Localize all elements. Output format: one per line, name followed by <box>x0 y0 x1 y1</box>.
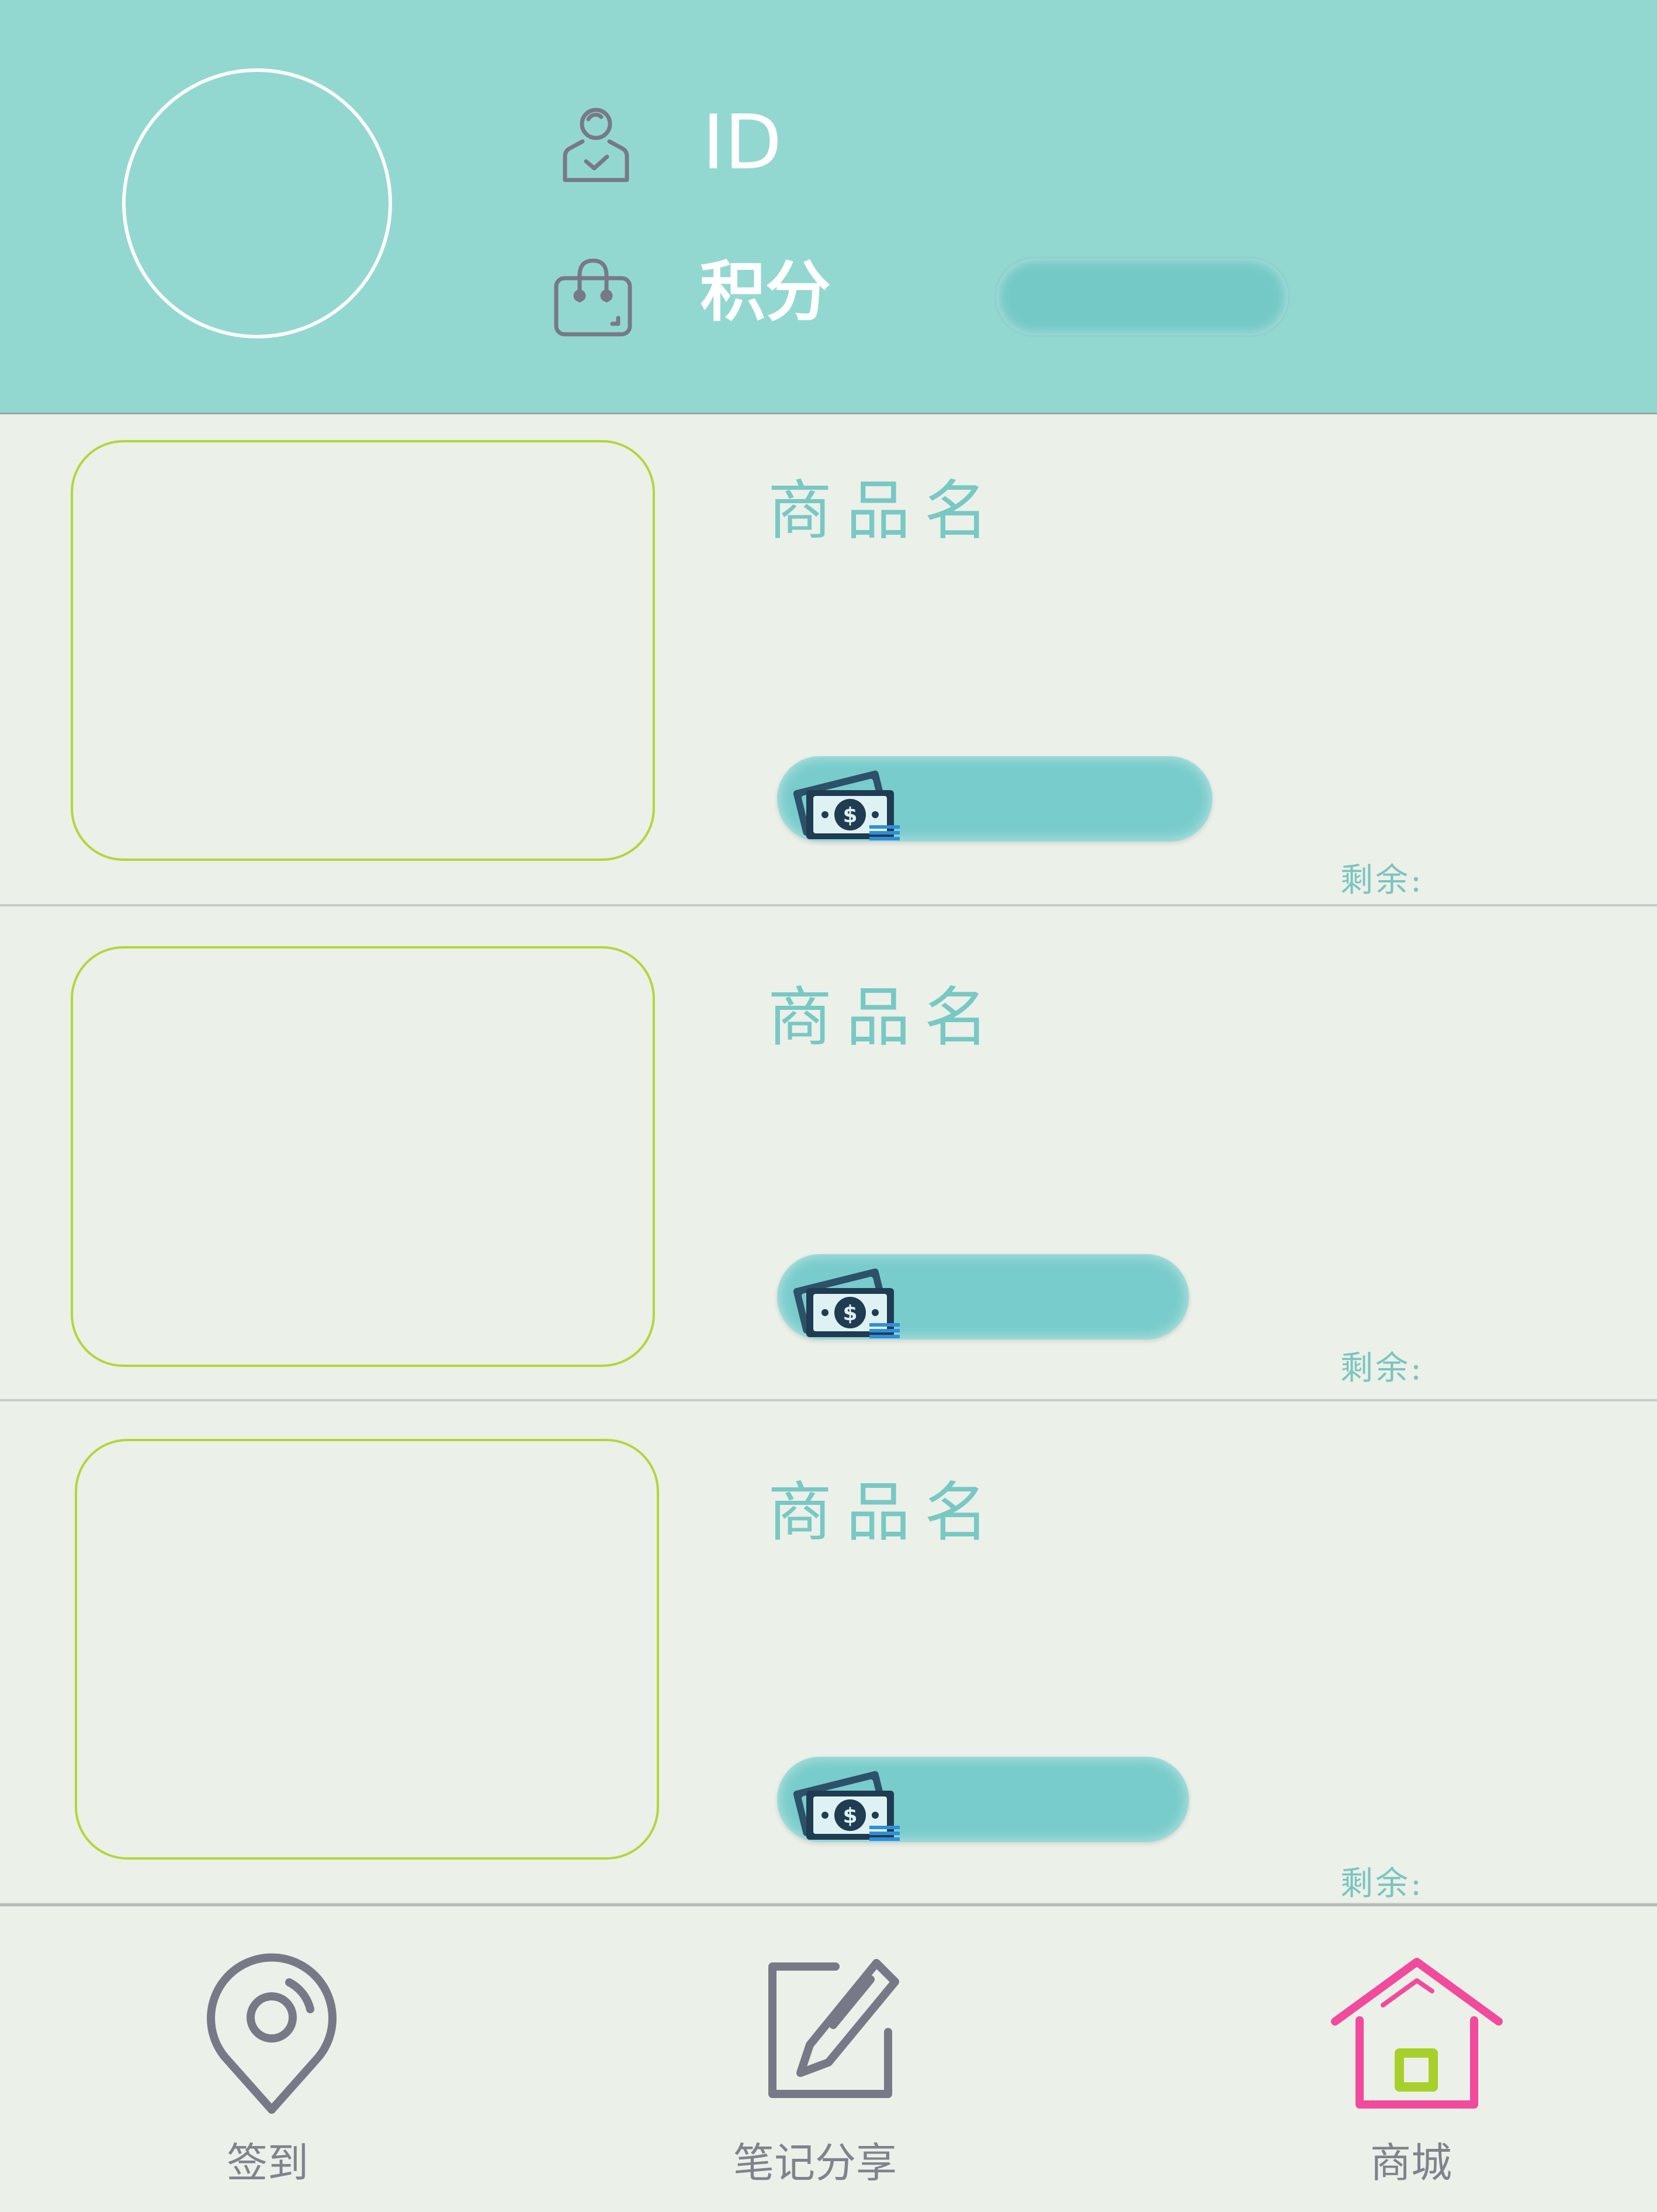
svg-text:$: $ <box>843 1804 857 1828</box>
money-icon: $ <box>789 762 906 844</box>
stock-remaining-label: 剩余: <box>1340 1865 1424 1903</box>
price-pill[interactable]: $ <box>777 756 1212 842</box>
tab-label: 商城 <box>1370 2139 1452 2187</box>
money-icon: $ <box>789 1260 906 1342</box>
product-image[interactable] <box>71 440 655 861</box>
stock-remaining-label: 剩余: <box>1340 1349 1424 1387</box>
bottom-tab-bar: 签到 笔记分享 商城 <box>0 1904 1657 2212</box>
money-icon: $ <box>789 1763 906 1844</box>
product-item[interactable]: 商品名 $ 剩余: <box>0 906 1657 1401</box>
points-value-pill <box>996 258 1288 335</box>
tab-notes-share[interactable]: 笔记分享 <box>713 1924 923 2187</box>
stock-remaining-label: 剩余: <box>1340 861 1424 899</box>
product-name: 商品名 <box>768 1475 1003 1550</box>
bag-icon <box>549 251 637 339</box>
profile-header: ID 积分 <box>0 0 1657 414</box>
product-image[interactable] <box>75 1439 659 1860</box>
product-name: 商品名 <box>768 473 1003 548</box>
avatar[interactable] <box>122 68 392 338</box>
product-name: 商品名 <box>768 980 1003 1055</box>
product-item[interactable]: 商品名 $ 剩余: <box>0 1401 1657 1905</box>
edit-pencil-icon <box>760 1956 900 2108</box>
price-pill[interactable]: $ <box>777 1757 1189 1842</box>
product-image[interactable] <box>71 946 655 1367</box>
svg-text:$: $ <box>843 1301 857 1325</box>
user-id-label: ID <box>702 99 782 186</box>
tab-mall[interactable]: 商城 <box>1318 1924 1516 2187</box>
user-icon <box>552 99 640 187</box>
tab-label: 笔记分享 <box>733 2139 897 2187</box>
tab-label: 签到 <box>227 2139 308 2187</box>
product-item[interactable]: 商品名 $ 剩余: <box>0 414 1657 906</box>
points-label: 积分 <box>700 254 831 330</box>
svg-text:$: $ <box>843 804 857 828</box>
home-icon <box>1329 1956 1505 2114</box>
price-pill[interactable]: $ <box>777 1254 1189 1339</box>
location-pin-icon <box>202 1953 342 2117</box>
tab-checkin[interactable]: 签到 <box>175 1924 368 2187</box>
